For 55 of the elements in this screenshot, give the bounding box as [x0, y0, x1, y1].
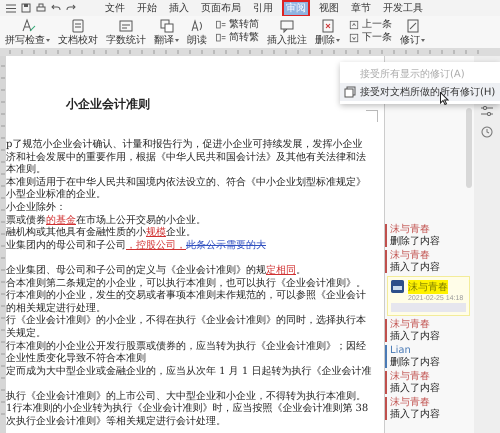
menu-tab[interactable]: 页面布局 [198, 0, 244, 16]
document-title: 小企业会计准则 [66, 96, 150, 113]
menu-tab[interactable]: 开发工具 [380, 0, 426, 16]
revision-author: 沫与青春 [390, 371, 431, 382]
revision-action: 插入了内容 [390, 408, 440, 420]
revision-author: 沫与青春 [390, 224, 431, 236]
text-line: 业集团内的母公司和子公司，控股公司，此条公示需要的大 [6, 240, 267, 252]
menu-tab[interactable]: 引用 [250, 0, 276, 16]
ribbon-button[interactable]: 简转繁 [214, 31, 260, 44]
text-line: 本准则适用于在中华人民共和国境内依法设立的、符合《中小企业划型标准规定》 [6, 176, 367, 188]
text-line: 企业性质变化导致不符合本准则 [6, 353, 147, 366]
menu-tab[interactable]: 视图 [316, 0, 342, 16]
text-line: 的相关规定进行处理。 [6, 302, 107, 314]
menu-tab[interactable]: 开始 [134, 0, 160, 16]
ribbon-button[interactable]: 字数统计 [105, 18, 147, 46]
text-line: 定而成为大中型企业或金融企业的，应当从次年 1 月 1 日起转为执行《企业会计准 [6, 366, 372, 378]
revision-action: 删除了内容 [390, 356, 440, 368]
text-line: 行本准则的小企业公开发行股票或债券的，应当转为执行《企业会计准则》；因经 [6, 340, 367, 352]
ribbon-button[interactable]: 下一条 [347, 31, 393, 44]
text-line: 1行本准则的小企业转为执行《企业会计准则》时，应当按照《企业会计准则第 38 [6, 403, 370, 416]
revision-action: 插入了内容 [390, 330, 440, 342]
ribbon-button[interactable]: 拼写检查 [4, 18, 51, 46]
text-line: 关规定。 [6, 328, 47, 340]
revision-author: 沫与青春 [390, 397, 431, 408]
menu-tab[interactable]: 文件 [102, 0, 128, 16]
ribbon-button[interactable]: 繁转简 [214, 18, 260, 31]
text-line: 融机构或其他具有金融性质的小规模企业。 [6, 227, 197, 240]
ribbon-button[interactable]: 上一条 [347, 18, 393, 31]
text-line: 济和社会发展中的重要作用，根据《中华人民共和国会计法》及其他有关法律和法 [6, 152, 367, 164]
text-line: 合本准则第二条规定的小企业，可以执行本准则，也可以执行《企业会计准则》。 [6, 278, 367, 290]
revision-action: 删除了内容 [390, 236, 440, 247]
ribbon-button[interactable]: 文档校对 [57, 18, 99, 46]
ribbon-button[interactable]: 朗读 [186, 18, 208, 46]
revision-action: 插入了内容 [390, 382, 440, 394]
revision-author: 沫与青春 [390, 250, 431, 262]
text-line: 小企业除外： [6, 202, 67, 214]
text-line: 执行《企业会计准则》的上市公司、大中型企业和小企业，不得转为执行本准则。 [6, 390, 367, 402]
revision-author: 沫与青春 [390, 319, 431, 330]
text-line: 次执行企业会计准则》等相关规定进行会计处理。 [6, 416, 227, 429]
text-line: 行《企业会计准则》的小企业，不得在执行《企业会计准则》的同时，选择执行本 [6, 315, 367, 328]
comment-author: 沫与青春 [408, 280, 448, 294]
menu-tab[interactable]: 插入 [166, 0, 192, 16]
text-line: 小型企业标准的企业。 [6, 189, 107, 202]
text-line: p了规范小企业会计确认、计量和报告行为，促进小企业可持续发展，发挥小企业 [6, 139, 364, 152]
revision-author: Lian [390, 345, 412, 356]
menu-tab[interactable]: 章节 [348, 0, 374, 16]
ribbon-button[interactable]: 删除 [314, 18, 341, 46]
text-line: 企业集团、母公司和子公司的定义与《企业会计准则》的规定相同。 [6, 264, 307, 278]
ribbon-button[interactable]: 翻译 [153, 18, 180, 46]
ribbon-button[interactable]: 修订 [399, 18, 426, 46]
text-line: 本准则。 [6, 164, 47, 176]
text-line: 行本准则的小企业，发生的交易或者事项本准则未作规范的，可以参照《企业会计 [6, 290, 367, 302]
ribbon-button[interactable]: 插入批注 [266, 18, 308, 46]
revision-action: 插入了内容 [390, 262, 440, 273]
text-line: 票或债券的基金在市场上公开交易的小企业。 [6, 214, 207, 226]
